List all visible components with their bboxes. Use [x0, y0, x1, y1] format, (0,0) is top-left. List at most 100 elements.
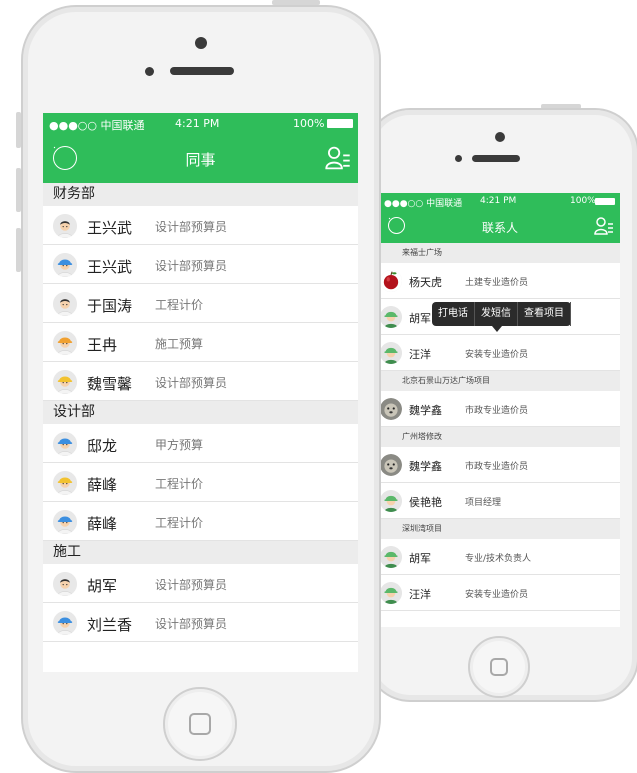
- contact-role: 工程计价: [155, 516, 204, 530]
- contacts-icon[interactable]: [325, 145, 351, 171]
- section-header: 设计部: [43, 401, 358, 424]
- nav-bar: 同事: [43, 135, 358, 183]
- contact-name: 薛峰: [87, 475, 118, 494]
- list-item[interactable]: 胡军 专业/技术负责人: [380, 539, 620, 575]
- avatar: [380, 454, 402, 476]
- contact-role: 安装专业造价员: [465, 590, 529, 600]
- section-header: 深圳湾项目: [380, 519, 620, 539]
- list-item[interactable]: 刘兰香 设计部预算员: [43, 603, 358, 642]
- section-header: 广州塔修改: [380, 427, 620, 447]
- list-item[interactable]: 魏雪馨 设计部预算员: [43, 362, 358, 401]
- contact-action-popup: 打电话 发短信 查看项目: [432, 302, 571, 332]
- list-item[interactable]: 邸龙 甲方预算: [43, 424, 358, 463]
- list-item[interactable]: 王兴武 设计部预算员: [43, 206, 358, 245]
- front-screen: ●●●○○ 中国联通 4:21 PM 100% 同事 财务部 王兴武 设计部预算员王…: [43, 113, 358, 672]
- contact-name: 侯艳艳: [409, 496, 442, 509]
- speaker: [472, 155, 520, 162]
- avatar: [53, 470, 77, 495]
- list-item[interactable]: 于国涛 工程计价: [43, 284, 358, 323]
- contact-role: 项目经理: [465, 498, 502, 508]
- avatar: [380, 490, 402, 512]
- contact-role: 市政专业造价员: [465, 406, 529, 416]
- contact-name: 邸龙: [87, 436, 118, 455]
- home-button[interactable]: [468, 636, 530, 698]
- contact-name: 汪洋: [409, 588, 431, 601]
- contact-role: 设计部预算员: [155, 617, 228, 631]
- contact-role: 施工预算: [155, 337, 204, 351]
- list-item[interactable]: 薛峰 工程计价: [43, 502, 358, 541]
- front-camera: [195, 37, 207, 49]
- contact-name: 汪洋: [409, 348, 431, 361]
- carrier-label: ●●●○○ 中国联通: [384, 199, 463, 209]
- contact-name: 于国涛: [87, 296, 133, 315]
- battery-label: 100%: [293, 117, 325, 130]
- nav-bar: 联系人: [380, 211, 620, 243]
- avatar: [380, 270, 402, 292]
- contact-role: 甲方预算: [155, 438, 204, 452]
- list-item[interactable]: 王冉 施工预算: [43, 323, 358, 362]
- contact-role: 工程计价: [155, 298, 204, 312]
- list-item[interactable]: 王兴武 设计部预算员: [43, 245, 358, 284]
- status-time: 4:21 PM: [175, 117, 220, 130]
- avatar: [53, 369, 77, 394]
- status-time: 4:21 PM: [480, 196, 517, 206]
- list-item[interactable]: 薛峰 工程计价: [43, 463, 358, 502]
- nav-title: 联系人: [481, 221, 518, 235]
- contact-name: 魏学鑫: [409, 404, 442, 417]
- battery-label: 100%: [570, 196, 596, 206]
- contact-name: 王兴武: [87, 218, 133, 237]
- section-header: 来福士广场: [380, 243, 620, 263]
- battery-icon: [327, 119, 353, 128]
- list-item[interactable]: 胡军 设计部预算员: [43, 564, 358, 603]
- contact-name: 胡军: [409, 312, 431, 325]
- contact-role: 专业/技术负责人: [465, 554, 532, 564]
- avatar: [53, 291, 77, 316]
- contact-role: 设计部预算员: [155, 220, 228, 234]
- contact-role: 安装专业造价员: [465, 350, 529, 360]
- battery-icon: [595, 198, 615, 205]
- popup-option[interactable]: 打电话: [432, 302, 475, 326]
- front-camera: [495, 132, 505, 142]
- list-item[interactable]: 汪洋 安装专业造价员: [380, 575, 620, 611]
- avatar: [380, 306, 402, 328]
- contact-name: 杨天虎: [409, 276, 442, 289]
- list-item[interactable]: 魏学鑫 市政专业造价员: [380, 391, 620, 427]
- avatar: [53, 509, 77, 534]
- status-bar: ●●●○○ 中国联通 4:21 PM 100%: [43, 113, 358, 135]
- avatar: [53, 571, 77, 596]
- contact-name: 刘兰香: [87, 615, 133, 634]
- popup-option[interactable]: 查看项目: [518, 302, 571, 326]
- back-screen: ●●●○○ 中国联通 4:21 PM 100% 联系人 来福士广场杨天虎 土建专业…: [380, 193, 620, 627]
- list-item[interactable]: 侯艳艳 项目经理: [380, 483, 620, 519]
- contact-name: 魏学鑫: [409, 460, 442, 473]
- contact-name: 王兴武: [87, 257, 133, 276]
- avatar: [53, 610, 77, 635]
- avatar: [380, 582, 402, 604]
- section-header: 施工: [43, 541, 358, 564]
- speaker: [170, 67, 234, 75]
- status-bar: ●●●○○ 中国联通 4:21 PM 100%: [380, 193, 620, 211]
- contact-name: 胡军: [87, 576, 118, 595]
- list-item[interactable]: 魏学鑫 市政专业造价员: [380, 447, 620, 483]
- popup-option[interactable]: 发短信: [475, 302, 518, 326]
- contact-name: 王冉: [87, 335, 118, 354]
- contact-role: 工程计价: [155, 477, 204, 491]
- section-header: 财务部: [43, 183, 358, 206]
- list-item[interactable]: 汪洋 安装专业造价员: [380, 335, 620, 371]
- avatar: [53, 431, 77, 456]
- contact-role: 设计部预算员: [155, 376, 228, 390]
- popup-arrow: [492, 326, 502, 332]
- contact-name: 胡军: [409, 552, 431, 565]
- avatar: [380, 546, 402, 568]
- contact-role: 设计部预算员: [155, 259, 228, 273]
- contact-role: 市政专业造价员: [465, 462, 529, 472]
- contact-role: 土建专业造价员: [465, 278, 529, 288]
- contacts-icon[interactable]: [594, 216, 614, 236]
- contact-name: 魏雪馨: [87, 374, 133, 393]
- list-item[interactable]: 杨天虎 土建专业造价员: [380, 263, 620, 299]
- sensor: [145, 67, 154, 76]
- avatar: [380, 398, 402, 420]
- section-header: 北京石景山万达广场项目: [380, 371, 620, 391]
- nav-title: 同事: [185, 151, 216, 169]
- home-button[interactable]: [163, 687, 237, 761]
